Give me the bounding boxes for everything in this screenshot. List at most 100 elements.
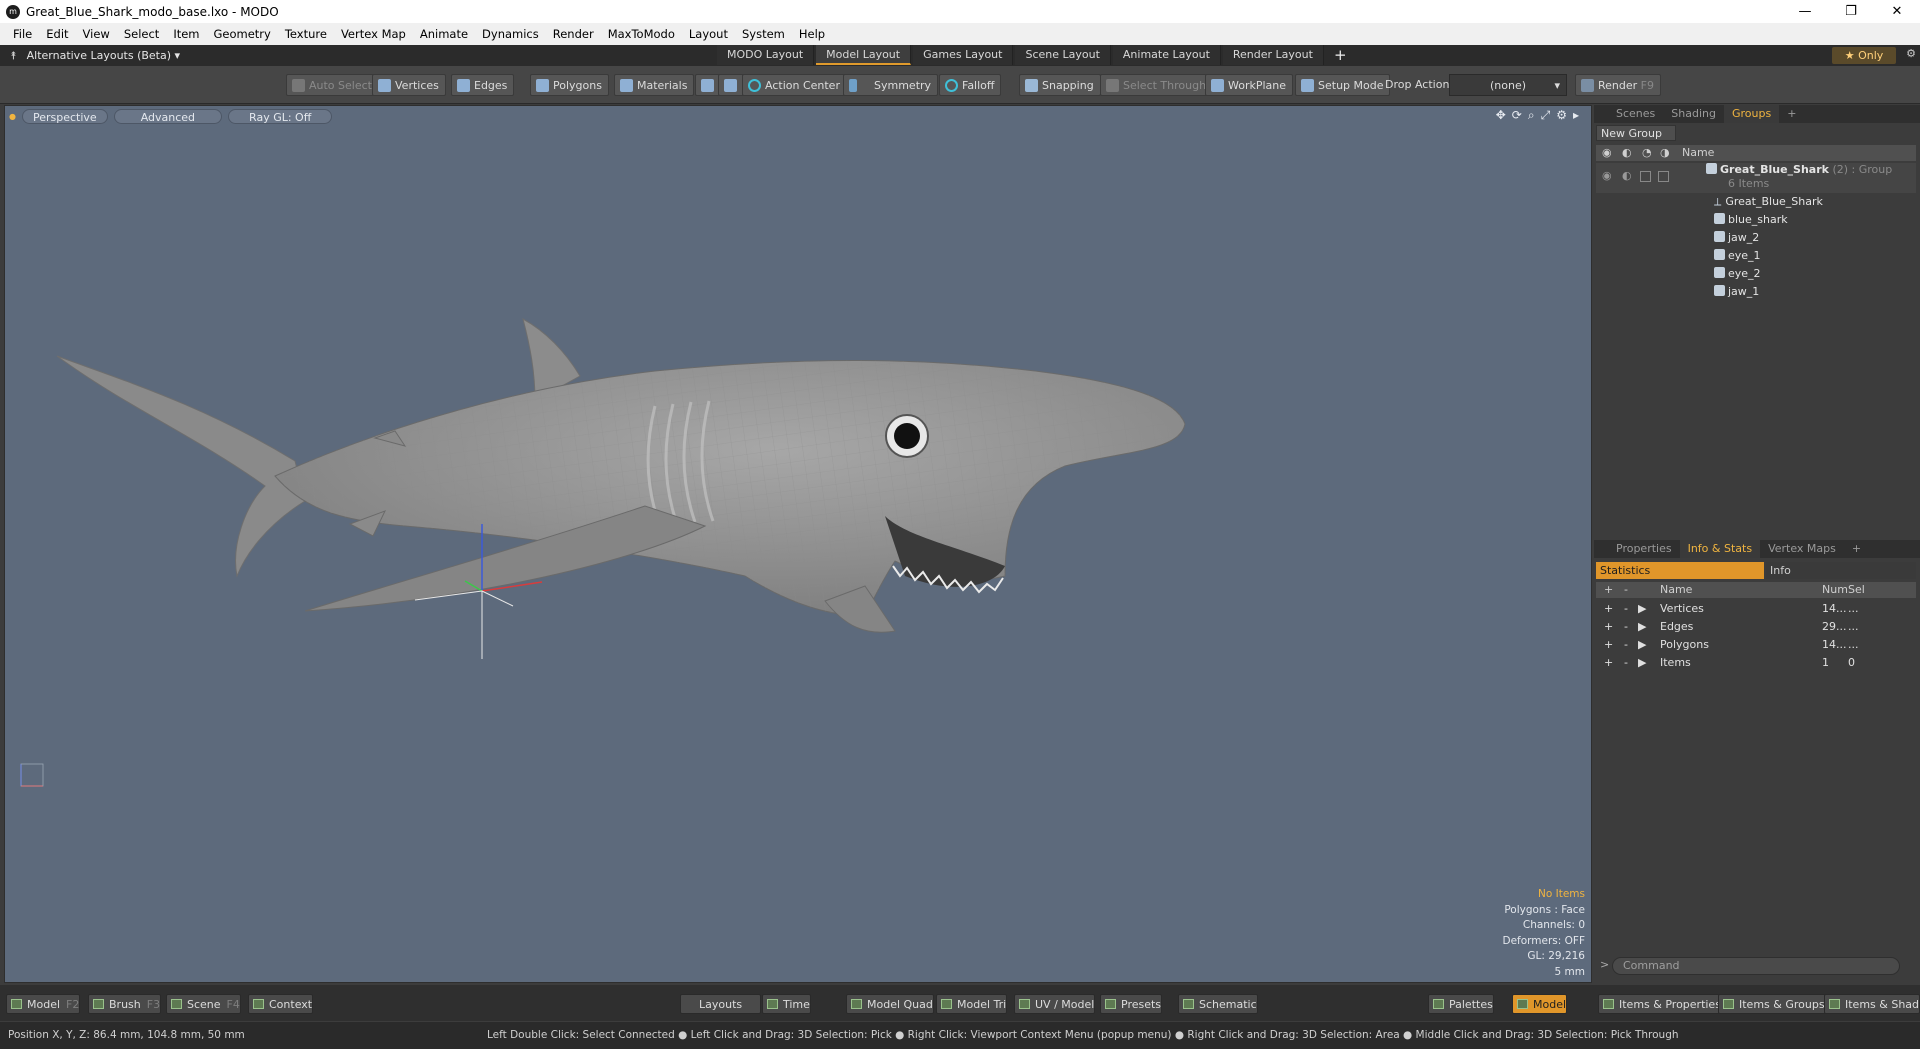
tab-scenes[interactable]: Scenes <box>1608 105 1663 123</box>
expand-triangle-icon[interactable]: ▶ <box>1638 636 1646 654</box>
collapse-all-icon[interactable]: - <box>1624 582 1628 598</box>
context-button[interactable]: Context <box>248 994 314 1014</box>
brush-mode-button[interactable]: Brush F3 <box>88 994 162 1014</box>
vertices-button[interactable]: Vertices <box>372 74 446 96</box>
stats-row-vertices[interactable]: + - ▶ Vertices 14... ... <box>1594 600 1920 618</box>
menu-select[interactable]: Select <box>117 27 166 41</box>
model-tri-button[interactable]: Model Tri <box>936 994 1008 1014</box>
info-tab[interactable]: Info <box>1766 562 1916 579</box>
snapping-button[interactable]: Snapping <box>1019 74 1101 96</box>
lock-column-icon[interactable]: ◐ <box>1622 145 1632 161</box>
scene-mode-button[interactable]: Scene F4 <box>166 994 241 1014</box>
menu-animate[interactable]: Animate <box>413 27 475 41</box>
tab-model-layout[interactable]: Model Layout <box>816 45 912 65</box>
uv-model-button[interactable]: UV / Model <box>1014 994 1096 1014</box>
root-checkbox-a[interactable] <box>1640 171 1651 182</box>
render-button[interactable]: Render F9 <box>1575 74 1661 96</box>
auto-select-button[interactable]: Auto Select <box>286 74 379 96</box>
group-child-row[interactable]: ⟂ Great_Blue_Shark <box>1714 193 1823 211</box>
expand-plus-icon[interactable]: + <box>1604 654 1613 672</box>
add-tab-button[interactable]: + <box>1844 540 1869 558</box>
symmetry-button[interactable]: Symmetry <box>843 74 939 96</box>
close-button[interactable]: ✕ <box>1874 0 1920 23</box>
stats-row-items[interactable]: + - ▶ Items 1 0 <box>1594 654 1920 672</box>
expand-plus-icon[interactable]: + <box>1604 618 1613 636</box>
command-input[interactable]: Command <box>1612 957 1900 975</box>
action-center-button[interactable]: Action Center <box>742 74 847 96</box>
menu-dynamics[interactable]: Dynamics <box>475 27 546 41</box>
menu-geometry[interactable]: Geometry <box>207 27 278 41</box>
alternative-layouts-dropdown[interactable]: Alternative Layouts (Beta) ▾ <box>27 49 180 62</box>
3d-viewport[interactable]: ● Perspective Advanced Ray GL: Off ✥ ⟳ ⌕… <box>4 105 1592 983</box>
tab-scene-layout[interactable]: Scene Layout <box>1015 45 1111 65</box>
shark-model[interactable] <box>5 106 1592 983</box>
menu-render[interactable]: Render <box>546 27 601 41</box>
group-child-row[interactable]: eye_1 <box>1714 247 1761 265</box>
stats-row-edges[interactable]: + - ▶ Edges 29... ... <box>1594 618 1920 636</box>
menu-item[interactable]: Item <box>166 27 206 41</box>
menu-texture[interactable]: Texture <box>278 27 334 41</box>
select-mode-b-button[interactable] <box>718 74 744 96</box>
stats-row-polygons[interactable]: + - ▶ Polygons 14... ... <box>1594 636 1920 654</box>
drop-action-dropdown[interactable]: (none) ▾ <box>1449 74 1567 96</box>
only-toggle[interactable]: ★ Only <box>1832 47 1896 64</box>
polygons-button[interactable]: Polygons <box>530 74 609 96</box>
tab-shading[interactable]: Shading <box>1663 105 1724 123</box>
expand-triangle-icon[interactable]: ▶ <box>1638 654 1646 672</box>
layout-up-icon[interactable]: ⯭ <box>10 49 17 63</box>
workplane-button[interactable]: WorkPlane <box>1205 74 1294 96</box>
layouts-button[interactable]: Layouts <box>680 994 762 1014</box>
new-group-button[interactable]: New Group <box>1596 125 1676 141</box>
tab-properties[interactable]: Properties <box>1608 540 1680 558</box>
model-mode-button[interactable]: Model F2 <box>6 994 81 1014</box>
collapse-minus-icon[interactable]: - <box>1624 654 1628 672</box>
group-child-row[interactable]: blue_shark <box>1714 211 1788 229</box>
schematic-button[interactable]: Schematic <box>1178 994 1258 1014</box>
group-child-row[interactable]: jaw_1 <box>1714 283 1759 301</box>
tab-groups[interactable]: Groups <box>1723 105 1780 123</box>
expand-triangle-icon[interactable]: ▶ <box>1638 618 1646 636</box>
visibility-column-eye-icon[interactable]: ◉ <box>1602 145 1612 161</box>
items-properties-button[interactable]: Items & Properties <box>1598 994 1722 1014</box>
restore-button[interactable]: ❐ <box>1828 0 1874 23</box>
menu-system[interactable]: System <box>735 27 792 41</box>
menu-layout[interactable]: Layout <box>682 27 735 41</box>
tab-info-stats[interactable]: Info & Stats <box>1679 540 1761 558</box>
group-row-root[interactable]: ◉ ◐ Great_Blue_Shark (2) : Group 6 Items <box>1596 163 1916 193</box>
collapse-minus-icon[interactable]: - <box>1624 600 1628 618</box>
menu-vertex-map[interactable]: Vertex Map <box>334 27 413 41</box>
items-shading-button[interactable]: Items & Shading <box>1824 994 1920 1014</box>
select-through-button[interactable]: Select Through <box>1100 74 1214 96</box>
setup-mode-button[interactable]: Setup Mode <box>1295 74 1391 96</box>
materials-button[interactable]: Materials <box>614 74 695 96</box>
menu-view[interactable]: View <box>76 27 117 41</box>
time-button[interactable]: Time <box>762 994 811 1014</box>
render-column-icon[interactable]: ◔ <box>1642 145 1652 161</box>
tab-modo-layout[interactable]: MODO Layout <box>717 45 815 65</box>
menu-maxtomodo[interactable]: MaxToModo <box>601 27 682 41</box>
items-groups-button[interactable]: Items & Groups <box>1718 994 1826 1014</box>
statistics-tab[interactable]: Statistics <box>1596 562 1764 579</box>
select-column-icon[interactable]: ◑ <box>1660 145 1670 161</box>
tab-render-layout[interactable]: Render Layout <box>1222 45 1324 65</box>
menu-file[interactable]: File <box>6 27 39 41</box>
palettes-button[interactable]: Palettes <box>1428 994 1494 1014</box>
tab-animate-layout[interactable]: Animate Layout <box>1112 45 1221 65</box>
settings-gear-icon[interactable]: ⚙ <box>1906 47 1916 60</box>
expand-all-icon[interactable]: + <box>1604 582 1613 598</box>
expand-plus-icon[interactable]: + <box>1604 636 1613 654</box>
root-lock-icon[interactable]: ◐ <box>1622 167 1632 185</box>
model-layout-active-button[interactable]: Model <box>1512 994 1568 1014</box>
tab-vertex-maps[interactable]: Vertex Maps <box>1760 540 1844 558</box>
root-checkbox-b[interactable] <box>1658 171 1669 182</box>
model-quad-button[interactable]: Model Quad <box>846 994 934 1014</box>
presets-button[interactable]: Presets <box>1100 994 1163 1014</box>
group-child-row[interactable]: jaw_2 <box>1714 229 1759 247</box>
tab-games-layout[interactable]: Games Layout <box>913 45 1014 65</box>
add-layout-button[interactable]: + <box>1326 45 1355 66</box>
collapse-minus-icon[interactable]: - <box>1624 618 1628 636</box>
collapse-minus-icon[interactable]: - <box>1624 636 1628 654</box>
group-child-row[interactable]: eye_2 <box>1714 265 1761 283</box>
falloff-button[interactable]: Falloff <box>939 74 1002 96</box>
add-tab-button[interactable]: + <box>1779 105 1804 123</box>
